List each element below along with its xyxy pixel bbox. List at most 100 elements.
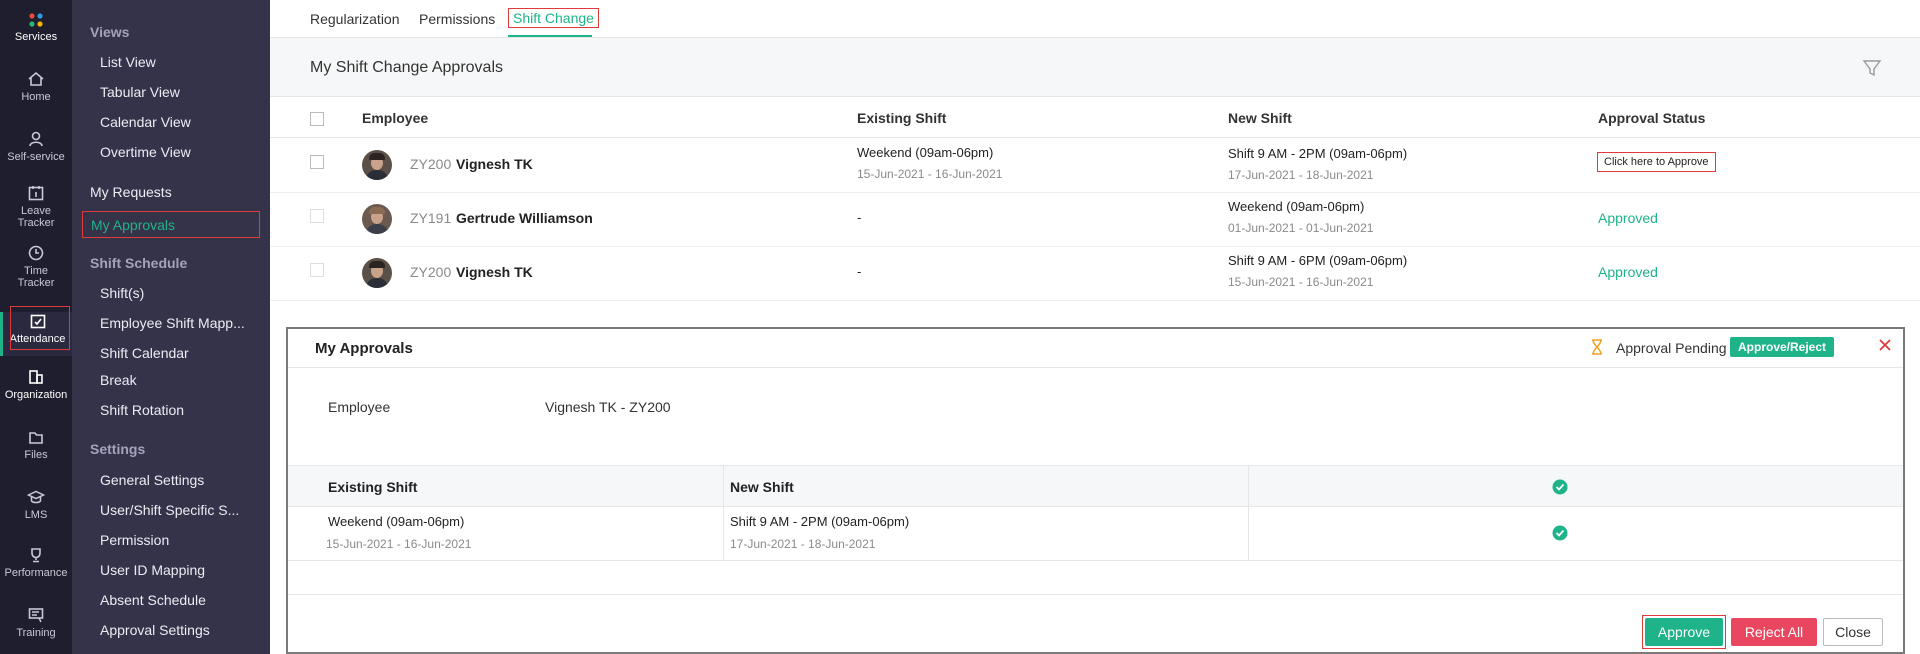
- rail-training-label: Training: [16, 627, 56, 639]
- dialog-footer-divider: [288, 594, 1903, 595]
- shift-detail-header: Existing Shift New Shift: [288, 465, 1903, 507]
- attendance-subnav: Views List View Tabular View Calendar Vi…: [72, 0, 270, 654]
- existing-shift: -: [857, 264, 862, 279]
- calendar-icon: [28, 186, 44, 201]
- avatar: [362, 204, 392, 234]
- check-icon[interactable]: [1552, 525, 1568, 541]
- status-badge: Approved: [1598, 210, 1658, 226]
- subnav-shift-calendar[interactable]: Shift Calendar: [100, 345, 265, 359]
- avatar: [362, 258, 392, 288]
- col-employee: Employee: [362, 110, 429, 126]
- filter-icon[interactable]: [1862, 58, 1882, 78]
- subnav-user-id-mapping[interactable]: User ID Mapping: [100, 562, 265, 578]
- subnav-shift-schedule-heading: Shift Schedule: [90, 255, 188, 271]
- rail-home[interactable]: Home: [0, 70, 72, 103]
- click-to-approve-link[interactable]: Click here to Approve: [1597, 152, 1716, 172]
- rail-self-service-label: Self-service: [7, 151, 65, 163]
- employee-name[interactable]: Vignesh TK: [456, 264, 533, 280]
- rail-time-label-1: Time: [23, 265, 49, 277]
- table-row[interactable]: ZY200 Vignesh TK - Shift 9 AM - 6PM (09a…: [270, 247, 1920, 301]
- tab-shift-change[interactable]: Shift Change: [508, 8, 599, 28]
- existing-shift: -: [857, 210, 862, 225]
- subnav-general-settings[interactable]: General Settings: [100, 472, 265, 488]
- col-new-shift: New Shift: [1228, 110, 1292, 126]
- new-shift-dates: 01-Jun-2021 - 01-Jun-2021: [1228, 221, 1374, 235]
- approve-button[interactable]: Approve: [1645, 618, 1723, 646]
- row-checkbox: [310, 263, 324, 277]
- subnav-my-approvals[interactable]: My Approvals: [82, 211, 260, 238]
- table-row[interactable]: ZY200 Vignesh TK Weekend (09am-06pm) 15-…: [270, 139, 1920, 193]
- rail-organization[interactable]: Organization: [0, 368, 72, 401]
- new-shift: Shift 9 AM - 2PM (09am-06pm): [1228, 146, 1408, 161]
- existing-shift-dates: 15-Jun-2021 - 16-Jun-2021: [857, 167, 1003, 181]
- rail-training[interactable]: Training: [0, 606, 72, 639]
- close-button[interactable]: Close: [1823, 618, 1883, 646]
- close-icon[interactable]: [1878, 338, 1892, 352]
- column-divider: [723, 465, 724, 561]
- rail-leave-label-2: Tracker: [17, 217, 55, 229]
- avatar: [362, 150, 392, 180]
- attendance-highlight: [10, 306, 70, 350]
- rail-time-tracker[interactable]: Time Tracker: [0, 244, 72, 289]
- tab-regularization[interactable]: Regularization: [310, 11, 400, 27]
- employee-value: Vignesh TK - ZY200: [545, 399, 671, 415]
- trophy-icon: [31, 548, 41, 563]
- training-board-icon: [28, 608, 44, 623]
- reject-all-button[interactable]: Reject All: [1731, 618, 1817, 646]
- page-title: My Shift Change Approvals: [310, 59, 503, 76]
- employee-name[interactable]: Gertrude Williamson: [456, 210, 593, 226]
- subnav-permission[interactable]: Permission: [100, 532, 265, 548]
- check-all-icon[interactable]: [1552, 479, 1568, 495]
- subnav-my-requests[interactable]: My Requests: [90, 184, 172, 200]
- tab-bar: Regularization Permissions Shift Change: [270, 0, 1920, 38]
- person-icon: [29, 131, 43, 147]
- employee-id: ZY200: [410, 156, 452, 172]
- dialog-header: My Approvals Approval Pending Approve/Re…: [288, 329, 1903, 368]
- subnav-approval-settings[interactable]: Approval Settings: [100, 622, 265, 638]
- rail-lms[interactable]: LMS: [0, 488, 72, 521]
- building-icon: [29, 370, 43, 384]
- rail-self-service[interactable]: Self-service: [0, 130, 72, 163]
- subnav-break[interactable]: Break: [100, 372, 265, 388]
- rail-lms-label: LMS: [24, 509, 48, 521]
- row-checkbox[interactable]: [310, 155, 324, 169]
- home-icon: [28, 71, 44, 86]
- approve-reject-badge[interactable]: Approve/Reject: [1730, 337, 1835, 357]
- col-existing-shift: Existing Shift: [328, 479, 418, 495]
- hourglass-icon: [1592, 339, 1602, 355]
- rail-files-label: Files: [24, 449, 48, 461]
- select-all-checkbox[interactable]: [310, 112, 324, 126]
- column-divider: [1248, 465, 1249, 561]
- app-rail: Services Home Self-service Leave Tracker…: [0, 0, 72, 654]
- subnav-user-shift-specific[interactable]: User/Shift Specific S...: [100, 502, 265, 518]
- subnav-overtime-view[interactable]: Overtime View: [100, 144, 265, 160]
- rail-performance[interactable]: Performance: [0, 546, 72, 579]
- rail-services-label: Services: [14, 31, 58, 43]
- new-shift-dates: 17-Jun-2021 - 18-Jun-2021: [730, 537, 876, 551]
- tab-permissions[interactable]: Permissions: [419, 11, 495, 27]
- subnav-absent-schedule[interactable]: Absent Schedule: [100, 592, 265, 608]
- page-header: My Shift Change Approvals: [270, 38, 1920, 97]
- new-shift: Weekend (09am-06pm): [1228, 199, 1365, 214]
- new-shift-dates: 17-Jun-2021 - 18-Jun-2021: [1228, 168, 1374, 182]
- rail-time-label-2: Tracker: [17, 277, 55, 289]
- services-grid-icon: [29, 13, 43, 27]
- subnav-shifts[interactable]: Shift(s): [100, 285, 265, 301]
- table-row[interactable]: ZY191 Gertrude Williamson - Weekend (09a…: [270, 193, 1920, 247]
- subnav-employee-shift-mapping[interactable]: Employee Shift Mapp...: [100, 315, 265, 331]
- subnav-list-view[interactable]: List View: [100, 54, 265, 70]
- rail-services[interactable]: Services: [0, 12, 72, 43]
- rail-home-label: Home: [21, 91, 51, 103]
- rail-leave-tracker[interactable]: Leave Tracker: [0, 184, 72, 229]
- subnav-tabular-view[interactable]: Tabular View: [100, 84, 265, 100]
- employee-name[interactable]: Vignesh TK: [456, 156, 533, 172]
- col-new-shift: New Shift: [730, 479, 794, 495]
- rail-performance-label: Performance: [4, 567, 68, 579]
- subnav-calendar-view[interactable]: Calendar View: [100, 114, 265, 130]
- subnav-shift-rotation[interactable]: Shift Rotation: [100, 402, 265, 418]
- existing-shift: Weekend (09am-06pm): [857, 145, 994, 160]
- rail-files[interactable]: Files: [0, 428, 72, 461]
- row-checkbox: [310, 209, 324, 223]
- col-approval-status: Approval Status: [1598, 110, 1706, 126]
- rail-attendance[interactable]: Attendance: [0, 306, 72, 356]
